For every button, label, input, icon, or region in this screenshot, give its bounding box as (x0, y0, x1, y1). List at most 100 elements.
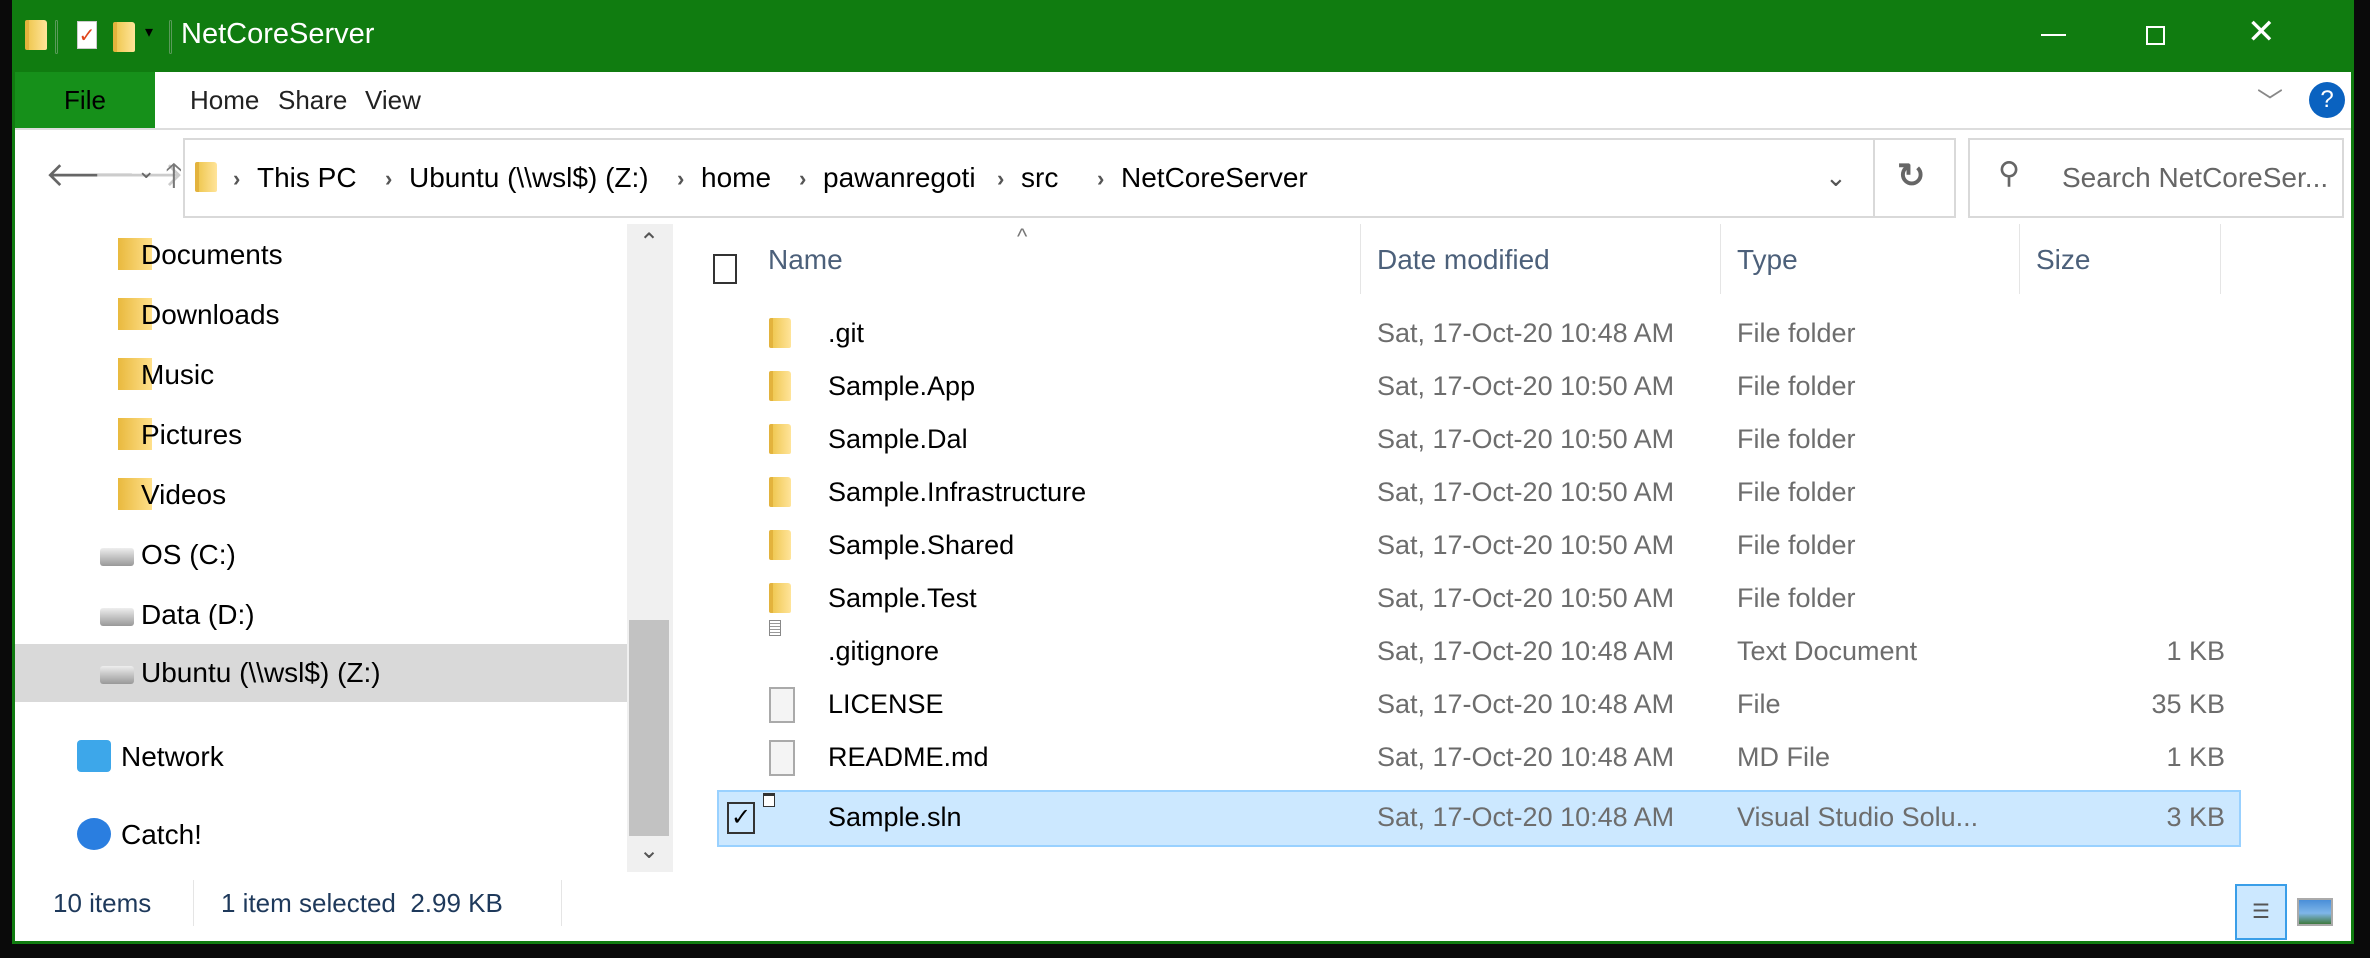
folder-icon (769, 477, 791, 507)
nav-item[interactable]: Data (D:) (15, 586, 627, 644)
explorer-window: ✓ ▾ NetCoreServer ✕ File Home Share View… (12, 0, 2354, 944)
file-size: 3 KB (2166, 802, 2225, 832)
windows-drive-icon (100, 548, 134, 566)
file-date: Sat, 17-Oct-20 10:50 AM (1377, 530, 1675, 560)
up-button[interactable]: 🡑 (165, 152, 183, 209)
file-name: Sample.Dal (828, 424, 968, 454)
crumb-src[interactable]: src (1021, 162, 1058, 194)
crumb-netcoreserver[interactable]: NetCoreServer (1121, 162, 1308, 194)
maximize-button[interactable] (2146, 26, 2165, 45)
nav-item[interactable]: Videos (15, 466, 627, 524)
nav-item[interactable]: Pictures (15, 406, 627, 464)
window-title: NetCoreServer (181, 18, 375, 50)
nav-item[interactable]: Documents (15, 226, 627, 284)
file-row[interactable]: Sample.Test Sat, 17-Oct-20 10:50 AM File f… (719, 573, 2239, 626)
crumb-ubuntu[interactable]: Ubuntu (\\wsl$) (Z:) (409, 162, 649, 194)
file-name: Sample.Test (828, 583, 977, 613)
nav-item[interactable]: Downloads (15, 286, 627, 344)
nav-item[interactable]: Catch! (15, 806, 627, 864)
folder-icon (769, 318, 791, 348)
tab-file[interactable]: File (15, 72, 155, 128)
chevron-right-icon: › (1097, 166, 1105, 191)
nav-item[interactable]: OS (C:) (15, 526, 627, 584)
file-name: Sample.Infrastructure (828, 477, 1087, 507)
file-icon (769, 740, 795, 776)
file-row[interactable]: Sample.Shared Sat, 17-Oct-20 10:50 AM File… (719, 520, 2239, 573)
chevron-right-icon: › (385, 166, 393, 191)
navigation-scrollbar[interactable]: ⌃ ⌄ (627, 224, 673, 872)
ribbon: File Home Share View ﹀ ? (15, 72, 2351, 130)
nav-item-label: OS (C:) (141, 539, 236, 570)
file-size: 1 KB (2166, 742, 2225, 772)
column-divider[interactable] (1720, 224, 1721, 294)
refresh-button[interactable]: ↻ (1897, 156, 1926, 196)
file-type: File folder (1737, 477, 1856, 507)
file-date: Sat, 17-Oct-20 10:50 AM (1377, 371, 1675, 401)
divider (1873, 140, 1875, 216)
network-icon (77, 740, 111, 772)
column-divider[interactable] (1360, 224, 1361, 294)
properties-icon[interactable]: ✓ (77, 21, 97, 49)
scroll-up-arrow-icon[interactable]: ⌃ (639, 228, 659, 257)
file-row[interactable]: README.md Sat, 17-Oct-20 10:48 AM MD File 1… (719, 732, 2239, 785)
file-row[interactable]: LICENSE Sat, 17-Oct-20 10:48 AM File 35 KB (719, 679, 2239, 732)
selection-info: 1 item selected 2.99 KB (221, 888, 503, 918)
crumb-home[interactable]: home (701, 162, 771, 194)
details-view-button[interactable]: ☰ (2235, 884, 2287, 940)
address-row: 🡐 🡒 ⌄ 🡑 › This PC › Ubuntu (\\wsl$) (Z:)… (15, 130, 2351, 224)
file-name: Sample.sln (828, 802, 962, 832)
large-icons-view-button[interactable] (2297, 898, 2333, 926)
column-divider[interactable] (2220, 224, 2221, 294)
column-header-size[interactable]: Size (2036, 244, 2090, 276)
recent-locations-chevron-icon[interactable]: ⌄ (137, 158, 155, 184)
file-row[interactable]: .gitignore Sat, 17-Oct-20 10:48 AM Text Do… (719, 620, 2239, 679)
file-row[interactable]: Sample.Dal Sat, 17-Oct-20 10:50 AM File fo… (719, 414, 2239, 467)
nav-item-label: Catch! (121, 819, 202, 850)
crumb-user[interactable]: pawanregoti (823, 162, 976, 194)
nav-item-label: Videos (141, 479, 227, 510)
file-row[interactable]: Sample.App Sat, 17-Oct-20 10:50 AM File fo… (719, 361, 2239, 414)
nav-item-label: Ubuntu (\\wsl$) (Z:) (141, 657, 381, 688)
file-size: 1 KB (2166, 636, 2225, 666)
nav-item-label: Pictures (141, 419, 243, 450)
row-checkbox[interactable]: ✓ (727, 802, 755, 834)
nav-item[interactable]: Network (15, 728, 627, 786)
help-button[interactable]: ? (2309, 82, 2345, 118)
expand-ribbon-chevron-icon[interactable]: ﹀ (2257, 82, 2283, 119)
close-button[interactable]: ✕ (2247, 12, 2276, 52)
address-dropdown-chevron-icon[interactable]: ⌄ (1825, 162, 1847, 193)
column-header-date[interactable]: Date modified (1377, 244, 1550, 276)
nav-item-label: Data (D:) (141, 599, 255, 630)
scrollbar-thumb[interactable] (629, 620, 669, 836)
column-header-name[interactable]: Name (768, 244, 843, 276)
file-type: Visual Studio Solu... (1737, 802, 1979, 832)
status-bar: 10 items 1 item selected 2.99 KB ☰ (15, 870, 2351, 940)
file-row[interactable]: .git Sat, 17-Oct-20 10:48 AM File folder (719, 308, 2239, 361)
search-input[interactable]: Search NetCoreSer... (2062, 162, 2328, 194)
file-date: Sat, 17-Oct-20 10:48 AM (1377, 318, 1675, 348)
tab-view[interactable]: View (365, 72, 421, 128)
file-name: .gitignore (828, 636, 940, 666)
customize-toolbar-dropdown-icon[interactable]: ▾ (145, 22, 153, 42)
minimize-button[interactable] (2041, 34, 2066, 36)
crumb-this-pc[interactable]: This PC (257, 162, 357, 194)
nav-item[interactable]: Music (15, 346, 627, 404)
file-row[interactable]: ✓ Sample.sln Sat, 17-Oct-20 10:48 AM Visual… (717, 790, 2241, 847)
drive-icon (100, 608, 134, 626)
file-row[interactable]: Sample.Infrastructure Sat, 17-Oct-20 10:5… (719, 467, 2239, 520)
address-bar[interactable]: › This PC › Ubuntu (\\wsl$) (Z:) › home … (183, 138, 1956, 218)
column-header-type[interactable]: Type (1737, 244, 1798, 276)
new-folder-icon[interactable] (113, 22, 135, 52)
divider (169, 20, 172, 54)
divider (193, 880, 194, 926)
tab-home[interactable]: Home (190, 72, 259, 128)
file-date: Sat, 17-Oct-20 10:50 AM (1377, 477, 1675, 507)
nav-item[interactable]: Ubuntu (\\wsl$) (Z:) (15, 644, 627, 702)
tab-share[interactable]: Share (278, 72, 347, 128)
select-all-checkbox[interactable] (713, 254, 737, 284)
file-type: MD File (1737, 742, 1830, 772)
scroll-down-arrow-icon[interactable]: ⌄ (639, 836, 659, 865)
search-box[interactable]: ⚲ Search NetCoreSer... (1968, 138, 2344, 218)
chevron-right-icon: › (233, 166, 241, 191)
column-divider[interactable] (2019, 224, 2020, 294)
